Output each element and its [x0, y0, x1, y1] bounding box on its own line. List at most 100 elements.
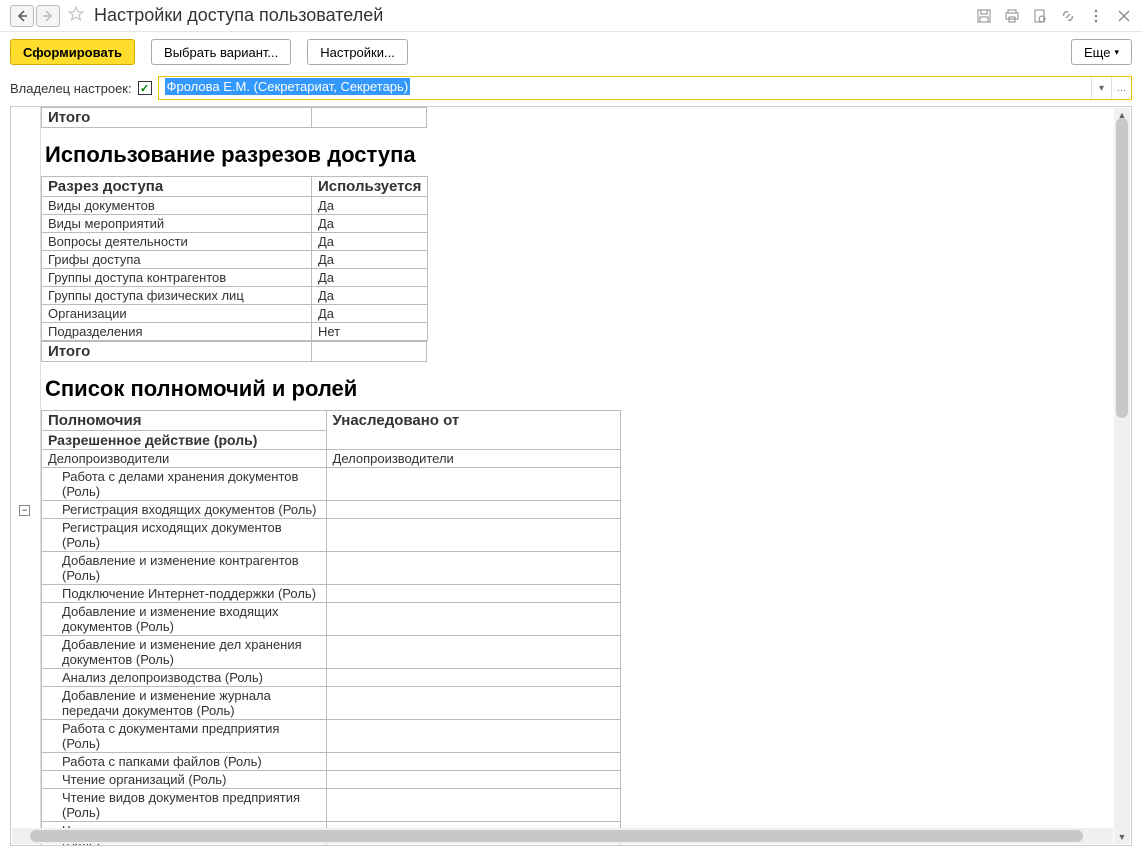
dimension-name: Организации: [42, 305, 312, 323]
table-row: Группы доступа контрагентовДа: [42, 269, 428, 287]
table-row: Регистрация исходящих документов (Роль): [42, 519, 621, 552]
settings-button[interactable]: Настройки...: [307, 39, 408, 65]
dimension-used: Да: [312, 233, 428, 251]
dimension-used: Да: [312, 287, 428, 305]
tree-gutter: −: [11, 107, 41, 846]
role-name: Работа с документами предприятия (Роль): [42, 720, 327, 753]
table-row: Вопросы деятельностиДа: [42, 233, 428, 251]
preview-icon[interactable]: [1032, 8, 1048, 24]
table-row: Грифы доступаДа: [42, 251, 428, 269]
dimension-name: Подразделения: [42, 323, 312, 341]
role-name: Добавление и изменение журнала передачи …: [42, 687, 327, 720]
report-area: − Итого Использование разрезов доступа Р…: [10, 106, 1132, 846]
col-permission: Полномочия: [42, 411, 327, 431]
owner-dropdown-icon[interactable]: ▾: [1091, 77, 1111, 99]
table-row: Подключение Интернет-поддержки (Роль): [42, 585, 621, 603]
role-name: Анализ делопроизводства (Роль): [42, 669, 327, 687]
role-name: Добавление и изменение контрагентов (Рол…: [42, 552, 327, 585]
total-cell: Итого: [42, 108, 312, 128]
role-inherited: [326, 552, 620, 585]
permission-parent: Делопроизводители: [42, 450, 327, 468]
col-dimension: Разрез доступа: [42, 177, 312, 197]
forward-button[interactable]: [36, 5, 60, 27]
dimension-used: Нет: [312, 323, 428, 341]
owner-row: Владелец настроек: ✓ Фролова Е.М. (Секре…: [0, 72, 1142, 104]
scrollbar-thumb[interactable]: [1116, 118, 1128, 418]
col-action: Разрешенное действие (роль): [42, 431, 327, 450]
table-row: Добавление и изменение контрагентов (Рол…: [42, 552, 621, 585]
dimension-used: Да: [312, 197, 428, 215]
table-row: Добавление и изменение дел хранения доку…: [42, 636, 621, 669]
access-dimensions-table: Разрез доступа Используется Виды докумен…: [41, 176, 428, 341]
role-name: Регистрация входящих документов (Роль): [42, 501, 327, 519]
print-icon[interactable]: [1004, 8, 1020, 24]
role-inherited: [326, 771, 620, 789]
scrollbar-horizontal[interactable]: [12, 828, 1113, 844]
role-inherited: [326, 753, 620, 771]
dimension-name: Виды документов: [42, 197, 312, 215]
role-name: Работа с делами хранения документов (Рол…: [42, 468, 327, 501]
dimension-used: Да: [312, 251, 428, 269]
top-total-table: Итого: [41, 107, 427, 128]
role-name: Добавление и изменение входящих документ…: [42, 603, 327, 636]
role-inherited: [326, 603, 620, 636]
owner-checkbox[interactable]: ✓: [138, 81, 152, 95]
role-inherited: [326, 720, 620, 753]
owner-input[interactable]: Фролова Е.М. (Секретариат, Секретарь) ▾ …: [158, 76, 1132, 100]
favorite-star-icon[interactable]: [68, 6, 84, 25]
table-row: Группы доступа физических лицДа: [42, 287, 428, 305]
titlebar: Настройки доступа пользователей: [0, 0, 1142, 32]
section-access-title: Использование разрезов доступа: [41, 128, 1131, 176]
save-icon[interactable]: [976, 8, 992, 24]
table-row: ПодразделенияНет: [42, 323, 428, 341]
table-row: Работа с документами предприятия (Роль): [42, 720, 621, 753]
link-icon[interactable]: [1060, 8, 1076, 24]
table-row: Анализ делопроизводства (Роль): [42, 669, 621, 687]
tree-collapse-toggle[interactable]: −: [19, 505, 30, 516]
more-button[interactable]: Еще: [1071, 39, 1132, 65]
role-name: Работа с папками файлов (Роль): [42, 753, 327, 771]
role-inherited: [326, 669, 620, 687]
role-name: Добавление и изменение дел хранения доку…: [42, 636, 327, 669]
dimension-used: Да: [312, 215, 428, 233]
dimension-name: Виды мероприятий: [42, 215, 312, 233]
table-row: Работа с папками файлов (Роль): [42, 753, 621, 771]
role-inherited: [326, 687, 620, 720]
report-content: Итого Использование разрезов доступа Раз…: [41, 107, 1131, 846]
role-inherited: [326, 636, 620, 669]
col-inherited: Унаследовано от: [326, 411, 620, 450]
owner-label: Владелец настроек:: [10, 81, 132, 96]
role-name: Регистрация исходящих документов (Роль): [42, 519, 327, 552]
scroll-down-icon[interactable]: ▼: [1117, 832, 1127, 842]
role-inherited: [326, 585, 620, 603]
owner-select-icon[interactable]: …: [1111, 77, 1131, 99]
choose-variant-button[interactable]: Выбрать вариант...: [151, 39, 291, 65]
table-row: ОрганизацииДа: [42, 305, 428, 323]
table-row: Виды мероприятийДа: [42, 215, 428, 233]
mid-total-table: Итого: [41, 341, 427, 362]
scrollbar-vertical[interactable]: ▲ ▼: [1114, 108, 1130, 844]
table-row: Добавление и изменение журнала передачи …: [42, 687, 621, 720]
dimension-used: Да: [312, 269, 428, 287]
toolbar: Сформировать Выбрать вариант... Настройк…: [0, 32, 1142, 72]
role-name: Чтение видов документов предприятия (Рол…: [42, 789, 327, 822]
dimension-name: Грифы доступа: [42, 251, 312, 269]
role-inherited: [326, 501, 620, 519]
inherited-from: Делопроизводители: [326, 450, 620, 468]
table-row: Виды документовДа: [42, 197, 428, 215]
table-row: Чтение организаций (Роль): [42, 771, 621, 789]
close-icon[interactable]: [1116, 8, 1132, 24]
dimension-used: Да: [312, 305, 428, 323]
scrollbar-thumb-h[interactable]: [30, 830, 1083, 842]
role-inherited: [326, 789, 620, 822]
role-inherited: [326, 468, 620, 501]
role-inherited: [326, 519, 620, 552]
generate-button[interactable]: Сформировать: [10, 39, 135, 65]
dimension-name: Вопросы деятельности: [42, 233, 312, 251]
table-row: Работа с делами хранения документов (Рол…: [42, 468, 621, 501]
role-name: Чтение организаций (Роль): [42, 771, 327, 789]
more-menu-icon[interactable]: [1088, 8, 1104, 24]
back-button[interactable]: [10, 5, 34, 27]
roles-table: Полномочия Унаследовано от Разрешенное д…: [41, 410, 621, 846]
col-used: Используется: [312, 177, 428, 197]
